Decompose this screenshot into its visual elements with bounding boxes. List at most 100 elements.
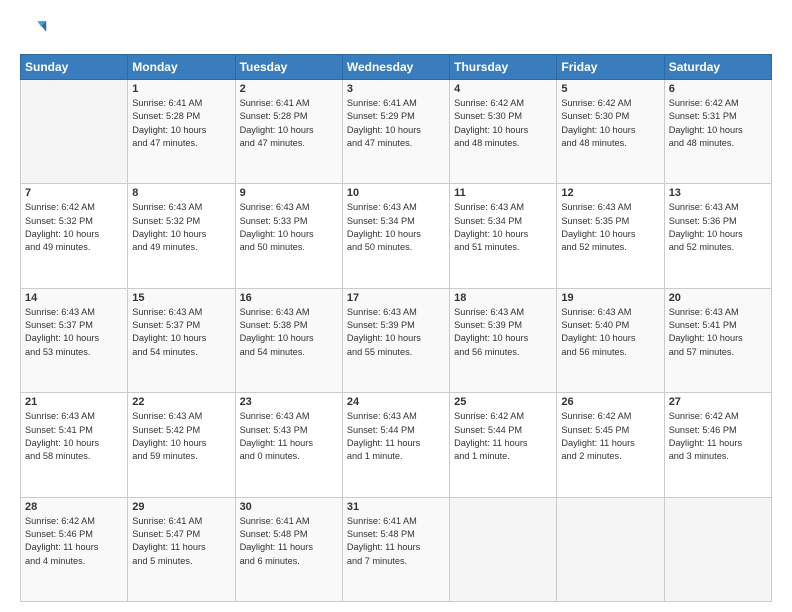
calendar-header-wednesday: Wednesday [342, 55, 449, 80]
calendar-cell: 26 Sunrise: 6:42 AM Sunset: 5:45 PM Dayli… [557, 393, 664, 497]
day-info: Sunrise: 6:43 AM Sunset: 5:37 PM Dayligh… [132, 306, 230, 359]
calendar-cell: 12 Sunrise: 6:43 AM Sunset: 5:35 PM Dayli… [557, 184, 664, 288]
day-number: 3 [347, 83, 445, 95]
calendar-cell: 20 Sunrise: 6:43 AM Sunset: 5:41 PM Dayli… [664, 288, 771, 392]
calendar-cell: 15Sunrise: 6:43 AM Sunset: 5:37 PM Dayli… [128, 288, 235, 392]
day-info: Sunrise: 6:42 AM Sunset: 5:44 PM Dayligh… [454, 410, 552, 463]
calendar-cell: 25 Sunrise: 6:42 AM Sunset: 5:44 PM Dayli… [450, 393, 557, 497]
day-info: Sunrise: 6:43 AM Sunset: 5:38 PM Dayligh… [240, 306, 338, 359]
calendar-header-monday: Monday [128, 55, 235, 80]
day-number: 29 [132, 501, 230, 513]
calendar-week-row: 14 Sunrise: 6:43 AM Sunset: 5:37 PM Dayli… [21, 288, 772, 392]
day-info: Sunrise: 6:43 AM Sunset: 5:39 PM Dayligh… [454, 306, 552, 359]
calendar-header-thursday: Thursday [450, 55, 557, 80]
day-number: 31 [347, 501, 445, 513]
day-number: 14 [25, 292, 123, 304]
calendar-header-sunday: Sunday [21, 55, 128, 80]
day-info: Sunrise: 6:43 AM Sunset: 5:40 PM Dayligh… [561, 306, 659, 359]
calendar-cell: 14Sunrise: 6:43 AM Sunset: 5:37 PM Dayli… [21, 288, 128, 392]
day-info: Sunrise: 6:43 AM Sunset: 5:35 PM Dayligh… [561, 201, 659, 254]
header [20, 16, 772, 44]
day-info: Sunrise: 6:41 AM Sunset: 5:28 PM Dayligh… [240, 97, 338, 150]
calendar-cell: 1 Sunrise: 6:41 AM Sunset: 5:28 PM Daylig… [128, 80, 235, 184]
day-number: 1 [132, 83, 230, 95]
calendar-week-row: 21 Sunrise: 6:43 AM Sunset: 5:41 PM Dayli… [21, 393, 772, 497]
day-info: Sunrise: 6:42 AM Sunset: 5:30 PM Dayligh… [454, 97, 552, 150]
day-number: 9 [240, 187, 338, 199]
calendar-cell: 29Sunrise: 6:41 AM Sunset: 5:47 PM Dayli… [128, 497, 235, 601]
calendar-cell: 7Sunrise: 6:42 AM Sunset: 5:32 PM Daylig… [21, 184, 128, 288]
day-info: Sunrise: 6:43 AM Sunset: 5:34 PM Dayligh… [454, 201, 552, 254]
day-info: Sunrise: 6:43 AM Sunset: 5:42 PM Dayligh… [132, 410, 230, 463]
day-info: Sunrise: 6:43 AM Sunset: 5:33 PM Dayligh… [240, 201, 338, 254]
day-number: 5 [561, 83, 659, 95]
day-number: 6 [669, 83, 767, 95]
day-number: 7 [25, 187, 123, 199]
day-number: 22 [132, 396, 230, 408]
day-number: 25 [454, 396, 552, 408]
day-number: 16 [240, 292, 338, 304]
day-number: 21 [25, 396, 123, 408]
calendar-cell: 2 Sunrise: 6:41 AM Sunset: 5:28 PM Daylig… [235, 80, 342, 184]
calendar-cell: 11 Sunrise: 6:43 AM Sunset: 5:34 PM Dayli… [450, 184, 557, 288]
day-info: Sunrise: 6:42 AM Sunset: 5:30 PM Dayligh… [561, 97, 659, 150]
calendar-cell: 6Sunrise: 6:42 AM Sunset: 5:31 PM Daylig… [664, 80, 771, 184]
calendar-cell: 10 Sunrise: 6:43 AM Sunset: 5:34 PM Dayli… [342, 184, 449, 288]
day-info: Sunrise: 6:43 AM Sunset: 5:41 PM Dayligh… [25, 410, 123, 463]
day-info: Sunrise: 6:43 AM Sunset: 5:41 PM Dayligh… [669, 306, 767, 359]
logo [20, 16, 52, 44]
day-info: Sunrise: 6:43 AM Sunset: 5:34 PM Dayligh… [347, 201, 445, 254]
day-info: Sunrise: 6:42 AM Sunset: 5:46 PM Dayligh… [669, 410, 767, 463]
calendar-table: SundayMondayTuesdayWednesdayThursdayFrid… [20, 54, 772, 602]
day-number: 24 [347, 396, 445, 408]
calendar-header-friday: Friday [557, 55, 664, 80]
day-number: 12 [561, 187, 659, 199]
day-number: 30 [240, 501, 338, 513]
day-number: 2 [240, 83, 338, 95]
day-info: Sunrise: 6:43 AM Sunset: 5:36 PM Dayligh… [669, 201, 767, 254]
page: SundayMondayTuesdayWednesdayThursdayFrid… [0, 0, 792, 612]
calendar-cell: 4 Sunrise: 6:42 AM Sunset: 5:30 PM Daylig… [450, 80, 557, 184]
calendar-header-row: SundayMondayTuesdayWednesdayThursdayFrid… [21, 55, 772, 80]
day-info: Sunrise: 6:41 AM Sunset: 5:29 PM Dayligh… [347, 97, 445, 150]
calendar-header-saturday: Saturday [664, 55, 771, 80]
calendar-cell: 24 Sunrise: 6:43 AM Sunset: 5:44 PM Dayli… [342, 393, 449, 497]
day-number: 28 [25, 501, 123, 513]
calendar-cell: 8Sunrise: 6:43 AM Sunset: 5:32 PM Daylig… [128, 184, 235, 288]
day-info: Sunrise: 6:42 AM Sunset: 5:45 PM Dayligh… [561, 410, 659, 463]
day-number: 26 [561, 396, 659, 408]
calendar-cell: 28Sunrise: 6:42 AM Sunset: 5:46 PM Dayli… [21, 497, 128, 601]
calendar-cell [450, 497, 557, 601]
calendar-cell: 13Sunrise: 6:43 AM Sunset: 5:36 PM Dayli… [664, 184, 771, 288]
day-number: 8 [132, 187, 230, 199]
calendar-cell: 3 Sunrise: 6:41 AM Sunset: 5:29 PM Daylig… [342, 80, 449, 184]
calendar-cell: 27 Sunrise: 6:42 AM Sunset: 5:46 PM Dayli… [664, 393, 771, 497]
day-info: Sunrise: 6:41 AM Sunset: 5:48 PM Dayligh… [240, 515, 338, 568]
calendar-cell: 31 Sunrise: 6:41 AM Sunset: 5:48 PM Dayli… [342, 497, 449, 601]
day-number: 17 [347, 292, 445, 304]
day-number: 23 [240, 396, 338, 408]
day-number: 20 [669, 292, 767, 304]
calendar-cell [21, 80, 128, 184]
day-number: 10 [347, 187, 445, 199]
day-number: 4 [454, 83, 552, 95]
day-info: Sunrise: 6:43 AM Sunset: 5:44 PM Dayligh… [347, 410, 445, 463]
calendar-cell [557, 497, 664, 601]
calendar-week-row: 28Sunrise: 6:42 AM Sunset: 5:46 PM Dayli… [21, 497, 772, 601]
calendar-week-row: 1 Sunrise: 6:41 AM Sunset: 5:28 PM Daylig… [21, 80, 772, 184]
calendar-cell: 30 Sunrise: 6:41 AM Sunset: 5:48 PM Dayli… [235, 497, 342, 601]
calendar-cell: 9 Sunrise: 6:43 AM Sunset: 5:33 PM Daylig… [235, 184, 342, 288]
day-info: Sunrise: 6:41 AM Sunset: 5:48 PM Dayligh… [347, 515, 445, 568]
calendar-cell: 17Sunrise: 6:43 AM Sunset: 5:39 PM Dayli… [342, 288, 449, 392]
day-number: 27 [669, 396, 767, 408]
day-info: Sunrise: 6:41 AM Sunset: 5:28 PM Dayligh… [132, 97, 230, 150]
calendar-cell: 5 Sunrise: 6:42 AM Sunset: 5:30 PM Daylig… [557, 80, 664, 184]
day-number: 19 [561, 292, 659, 304]
calendar-cell: 22 Sunrise: 6:43 AM Sunset: 5:42 PM Dayli… [128, 393, 235, 497]
calendar-cell: 21 Sunrise: 6:43 AM Sunset: 5:41 PM Dayli… [21, 393, 128, 497]
day-number: 11 [454, 187, 552, 199]
calendar-cell: 16 Sunrise: 6:43 AM Sunset: 5:38 PM Dayli… [235, 288, 342, 392]
calendar-cell: 18Sunrise: 6:43 AM Sunset: 5:39 PM Dayli… [450, 288, 557, 392]
calendar-cell: 19 Sunrise: 6:43 AM Sunset: 5:40 PM Dayli… [557, 288, 664, 392]
day-info: Sunrise: 6:43 AM Sunset: 5:43 PM Dayligh… [240, 410, 338, 463]
